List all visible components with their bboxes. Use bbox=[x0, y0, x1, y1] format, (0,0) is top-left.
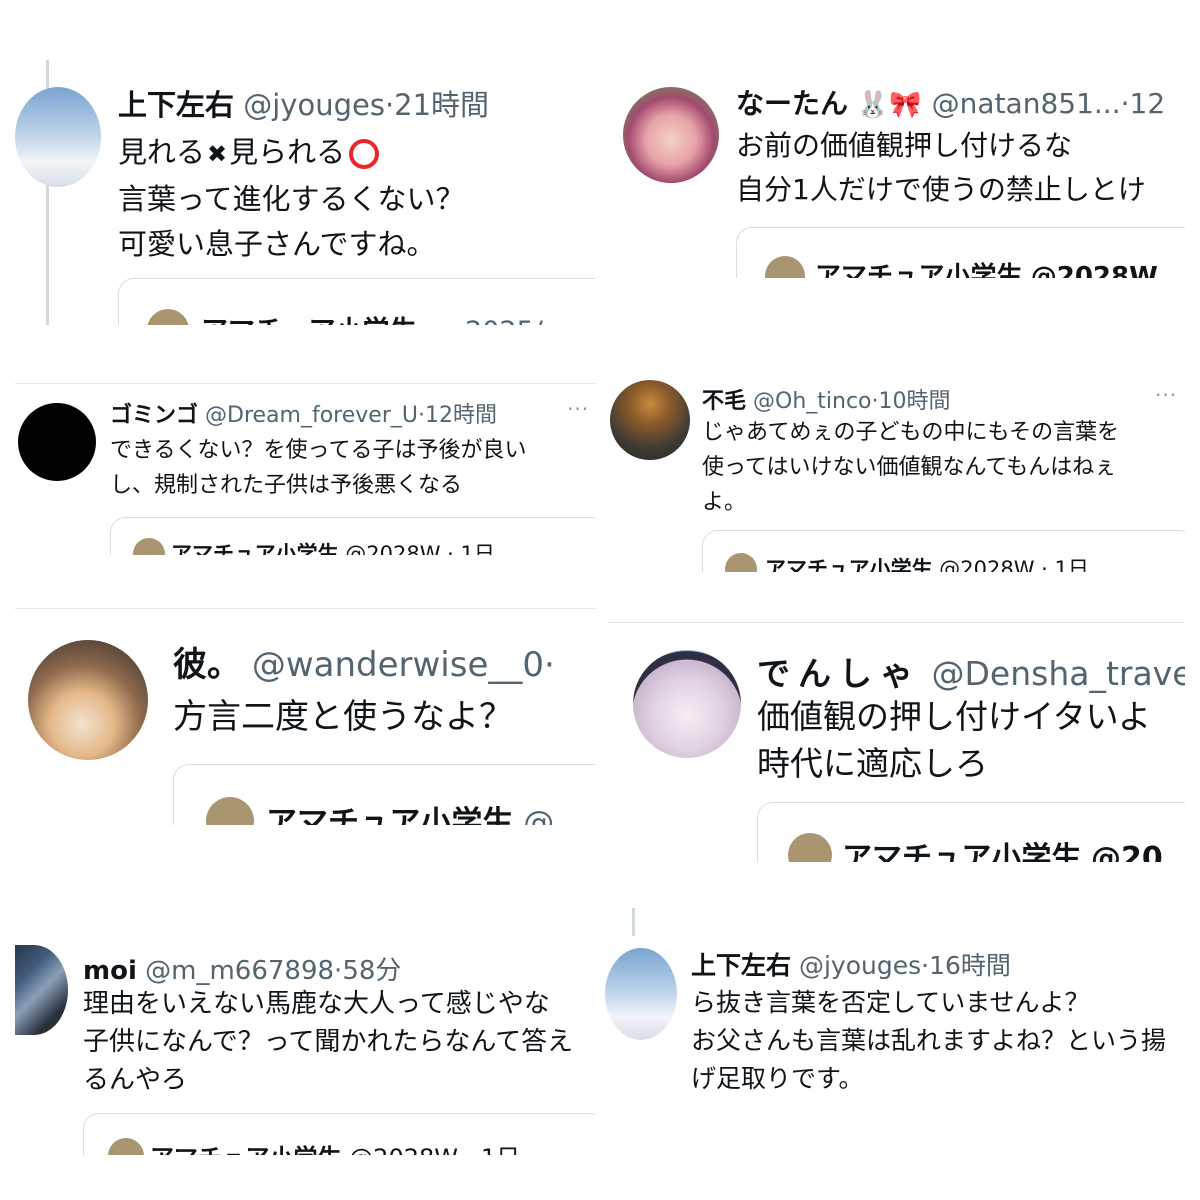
tweet-header: 上下左右 @jyouges·16時間 bbox=[691, 951, 1011, 980]
quoted-avatar bbox=[133, 538, 165, 555]
tweet-header: 不毛 @Oh_tinco·10時間 bbox=[702, 389, 951, 414]
tweet-header: 彼。 @wanderwise__0· bbox=[173, 645, 555, 685]
divider bbox=[15, 608, 595, 609]
display-name[interactable]: なーたん bbox=[736, 87, 848, 120]
quoted-avatar bbox=[206, 797, 254, 825]
tweet-card[interactable]: 不毛 @Oh_tinco·10時間 ··· じゃあてめぇの子どもの中にもその言葉… bbox=[610, 375, 1185, 572]
quoted-meta: @2028W · 1日 bbox=[345, 542, 495, 555]
quoted-meta: @2028W bbox=[1030, 262, 1158, 278]
tweet-text: できるくない？を使ってる子は予後が良い し、規制された子供は予後悪くなる bbox=[110, 438, 527, 498]
tweet-text: ら抜き言葉を否定していませんよ？ お父さんも言葉は乱れますよね？という揚 げ足取… bbox=[691, 988, 1167, 1093]
quoted-avatar bbox=[765, 256, 805, 278]
avatar[interactable] bbox=[623, 87, 719, 183]
tweet-header: 上下左右 @jyouges·21時間 bbox=[118, 88, 490, 122]
divider bbox=[15, 383, 595, 384]
tweet-header: でんしゃ @Densha_travel bbox=[757, 647, 1185, 695]
quoted-meta: 2025/ bbox=[465, 316, 543, 325]
tweet-header: なーたん 🐰🎀 @natan851...·12 bbox=[736, 87, 1166, 120]
handle[interactable]: @natan851... bbox=[932, 87, 1121, 120]
handle[interactable]: @Dream_forever_U bbox=[205, 403, 418, 428]
tweet-card[interactable]: ゴミンゴ @Dream_forever_U·12時間 ··· できるくない？を使… bbox=[15, 385, 595, 555]
tweet-card[interactable]: なーたん 🐰🎀 @natan851...·12 お前の価値観押し付けるな 自分1人… bbox=[610, 60, 1185, 278]
quoted-meta: @20 bbox=[1090, 841, 1163, 862]
timestamp[interactable]: 58分 bbox=[342, 956, 401, 986]
avatar[interactable] bbox=[633, 650, 741, 758]
quoted-name: アマチュア小学生 bbox=[150, 1144, 342, 1155]
quoted-tweet[interactable]: アマチュア小学生 @20 bbox=[757, 802, 1185, 862]
quoted-meta: @2028W · 1日 bbox=[939, 557, 1089, 572]
quoted-tweet[interactable]: アマチュア小学生 @ bbox=[173, 764, 595, 825]
timestamp[interactable]: 10時間 bbox=[879, 389, 951, 414]
rabbit-icon: 🐰 bbox=[856, 90, 890, 120]
display-name[interactable]: 上下左右 bbox=[691, 951, 791, 980]
quoted-meta: @2028W · 1日 bbox=[349, 1144, 520, 1155]
avatar[interactable] bbox=[18, 403, 96, 481]
avatar[interactable] bbox=[605, 948, 677, 1040]
handle[interactable]: @jyouges bbox=[243, 88, 385, 122]
red-circle-icon bbox=[349, 139, 380, 169]
quoted-name: アマチュア小学生 bbox=[815, 262, 1023, 278]
avatar[interactable] bbox=[15, 945, 68, 1035]
handle[interactable]: @wanderwise__0 bbox=[252, 645, 544, 685]
ribbon-icon: 🎀 bbox=[889, 90, 922, 120]
quoted-name: アマチュア小学生 bbox=[171, 542, 339, 555]
divider bbox=[608, 622, 1185, 623]
quoted-tweet[interactable]: アマチュア小学生 @2028W · 1日 bbox=[83, 1113, 595, 1155]
tweet-text: お前の価値観押し付けるな 自分1人だけで使うの禁止しとけ bbox=[736, 129, 1146, 206]
display-name[interactable]: 不毛 bbox=[702, 389, 746, 414]
tweet-card[interactable]: 彼。 @wanderwise__0· 方言二度と使うなよ？ アマチュア小学生 @ bbox=[15, 612, 595, 825]
timestamp[interactable]: 12時間 bbox=[425, 403, 497, 428]
quoted-tweet[interactable]: アマチュア小学生 @2028W bbox=[736, 227, 1185, 278]
quoted-avatar bbox=[725, 553, 757, 572]
handle[interactable]: @jyouges bbox=[799, 951, 921, 980]
timestamp[interactable]: 12 bbox=[1130, 87, 1166, 120]
quoted-avatar bbox=[108, 1138, 144, 1155]
display-name[interactable]: 上下左右 bbox=[118, 88, 234, 122]
handle[interactable]: @Oh_tinco bbox=[753, 389, 872, 414]
quoted-avatar bbox=[147, 309, 189, 325]
thread-line bbox=[632, 908, 635, 936]
tweet-card[interactable]: 上下左右 @jyouges·21時間 見れる✖見られる 言葉って進化するくない？… bbox=[15, 60, 595, 325]
avatar[interactable] bbox=[28, 640, 148, 760]
display-name[interactable]: moi bbox=[83, 956, 137, 986]
quoted-name: アマチュア小学生 bbox=[842, 841, 1082, 862]
quoted-tweet[interactable]: アマチュア小学生 @2028W · 1日 bbox=[702, 530, 1185, 572]
cross-mark-icon: ✖ bbox=[207, 139, 228, 168]
display-name[interactable]: ゴミンゴ bbox=[110, 403, 198, 428]
display-name[interactable]: 彼。 bbox=[173, 645, 241, 685]
tweet-header: moi @m_m667898·58分 bbox=[83, 956, 402, 986]
tweet-text: 見れる✖見られる 言葉って進化するくない？ 可愛い息子さんですね。 bbox=[118, 130, 465, 267]
tweet-text: 価値観の押し付けイタいよ 時代に適応しろ bbox=[757, 697, 1152, 783]
more-options-icon[interactable]: ··· bbox=[567, 397, 589, 421]
tweet-card[interactable]: 上下左右 @jyouges·16時間 ら抜き言葉を否定していませんよ？ お父さん… bbox=[605, 908, 1185, 1098]
display-name[interactable]: でんしゃ bbox=[757, 654, 921, 693]
timestamp[interactable]: 16時間 bbox=[929, 951, 1011, 980]
quoted-name: アマチュア小学生 bbox=[266, 805, 514, 825]
avatar[interactable] bbox=[610, 380, 690, 460]
tweet-card[interactable]: moi @m_m667898·58分 理由をいえない馬鹿な大人って感じやな 子供… bbox=[15, 945, 595, 1155]
tweet-text: 方言二度と使うなよ？ bbox=[173, 697, 513, 737]
quoted-tweet[interactable]: アマチュア小学生 2025/ bbox=[118, 278, 595, 325]
quoted-tweet[interactable]: アマチュア小学生 @2028W · 1日 bbox=[110, 517, 595, 555]
quoted-meta: @ bbox=[523, 805, 555, 825]
tweet-text: 理由をいえない馬鹿な大人って感じやな 子供になんで？って聞かれたらなんて答え る… bbox=[83, 989, 574, 1095]
handle[interactable]: @Densha_travel bbox=[932, 654, 1186, 693]
tweet-card[interactable]: でんしゃ @Densha_travel 価値観の押し付けイタいよ 時代に適応しろ… bbox=[610, 625, 1185, 862]
quoted-avatar bbox=[788, 833, 832, 862]
timestamp[interactable]: 21時間 bbox=[394, 88, 489, 122]
quoted-name: アマチュア小学生 bbox=[201, 316, 416, 325]
more-options-icon[interactable]: ··· bbox=[1155, 383, 1177, 407]
avatar[interactable] bbox=[15, 87, 101, 187]
handle[interactable]: @m_m667898 bbox=[145, 956, 334, 986]
tweet-header: ゴミンゴ @Dream_forever_U·12時間 bbox=[110, 403, 497, 428]
tweet-text: じゃあてめぇの子どもの中にもその言葉を 使ってはいけない価値観なんてもんはねぇ … bbox=[702, 420, 1120, 515]
quoted-name: アマチュア小学生 bbox=[765, 557, 933, 572]
